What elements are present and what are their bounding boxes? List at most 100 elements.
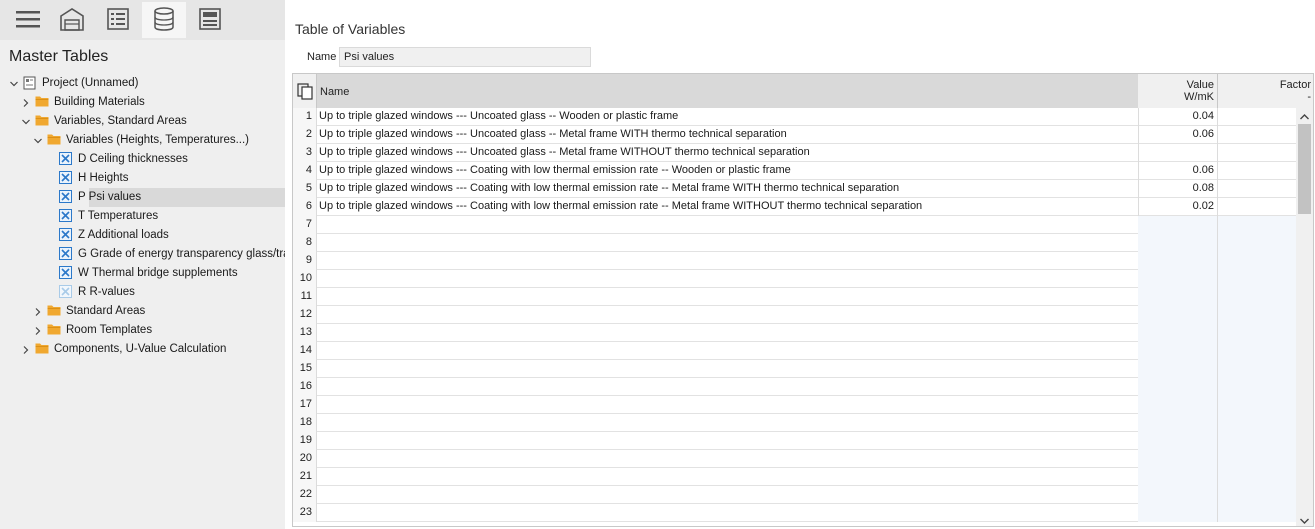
name-cell[interactable] <box>317 414 1139 432</box>
scroll-up-icon[interactable] <box>1299 111 1310 121</box>
table-row[interactable]: 6 Up to triple glazed windows --- Coating… <box>293 198 1297 216</box>
tree-item[interactable]: T Temperatures <box>0 207 285 226</box>
form-button[interactable] <box>188 2 232 38</box>
name-cell[interactable]: Up to triple glazed windows --- Coating … <box>317 198 1139 216</box>
factor-cell[interactable] <box>1218 162 1297 180</box>
table-row[interactable]: 21 <box>293 468 1297 486</box>
factor-cell[interactable] <box>1218 396 1297 414</box>
table-row[interactable]: 14 <box>293 342 1297 360</box>
scroll-down-icon[interactable] <box>1299 515 1310 525</box>
table-row[interactable]: 3 Up to triple glazed windows --- Uncoate… <box>293 144 1297 162</box>
name-cell[interactable]: Up to triple glazed windows --- Uncoated… <box>317 126 1139 144</box>
name-cell[interactable] <box>317 324 1139 342</box>
tree-item[interactable]: H Heights <box>0 169 285 188</box>
factor-cell[interactable] <box>1218 234 1297 252</box>
factor-cell[interactable] <box>1218 360 1297 378</box>
table-row[interactable]: 2 Up to triple glazed windows --- Uncoate… <box>293 126 1297 144</box>
table-row[interactable]: 7 <box>293 216 1297 234</box>
name-cell[interactable] <box>317 504 1139 522</box>
table-row[interactable]: 20 <box>293 450 1297 468</box>
tree-item[interactable]: D Ceiling thicknesses <box>0 150 285 169</box>
value-cell[interactable] <box>1138 486 1218 504</box>
value-cell[interactable] <box>1138 360 1218 378</box>
table-row[interactable]: 16 <box>293 378 1297 396</box>
list-button[interactable] <box>96 2 140 38</box>
chevron-right-icon[interactable] <box>33 306 43 316</box>
factor-cell[interactable] <box>1218 144 1297 162</box>
name-cell[interactable] <box>317 342 1139 360</box>
factor-cell[interactable] <box>1218 252 1297 270</box>
name-cell[interactable] <box>317 468 1139 486</box>
factor-cell[interactable] <box>1218 216 1297 234</box>
name-cell[interactable] <box>317 270 1139 288</box>
tree-item[interactable]: Z Additional loads <box>0 226 285 245</box>
factor-cell[interactable] <box>1218 504 1297 522</box>
chevron-right-icon[interactable] <box>21 97 31 107</box>
factor-cell[interactable] <box>1218 324 1297 342</box>
table-row[interactable]: 11 <box>293 288 1297 306</box>
factor-cell[interactable] <box>1218 486 1297 504</box>
value-cell[interactable] <box>1138 378 1218 396</box>
value-cell[interactable] <box>1138 270 1218 288</box>
value-cell[interactable]: 0.08 <box>1138 180 1218 198</box>
factor-cell[interactable] <box>1218 126 1297 144</box>
value-cell[interactable] <box>1138 216 1218 234</box>
name-cell[interactable] <box>317 432 1139 450</box>
value-cell[interactable]: 0.06 <box>1138 162 1218 180</box>
table-row[interactable]: 12 <box>293 306 1297 324</box>
value-cell[interactable]: 0.02 <box>1138 198 1218 216</box>
factor-cell[interactable] <box>1218 108 1297 126</box>
tree-item[interactable]: P Psi values <box>59 188 285 207</box>
database-button[interactable] <box>142 2 186 38</box>
factor-cell[interactable] <box>1218 288 1297 306</box>
name-cell[interactable] <box>317 486 1139 504</box>
copy-button[interactable] <box>293 74 317 108</box>
table-row[interactable]: 9 <box>293 252 1297 270</box>
vertical-scrollbar[interactable] <box>1296 108 1313 526</box>
factor-cell[interactable] <box>1218 342 1297 360</box>
value-cell[interactable] <box>1138 288 1218 306</box>
name-cell[interactable] <box>317 360 1139 378</box>
value-cell[interactable] <box>1138 432 1218 450</box>
value-cell[interactable] <box>1138 324 1218 342</box>
table-row[interactable]: 15 <box>293 360 1297 378</box>
scrollbar-thumb[interactable] <box>1298 124 1311 214</box>
name-cell[interactable] <box>317 378 1139 396</box>
table-row[interactable]: 18 <box>293 414 1297 432</box>
name-cell[interactable] <box>317 288 1139 306</box>
table-row[interactable]: 1 Up to triple glazed windows --- Uncoate… <box>293 108 1297 126</box>
factor-cell[interactable] <box>1218 450 1297 468</box>
menu-button[interactable] <box>6 2 50 38</box>
table-row[interactable]: 5 Up to triple glazed windows --- Coating… <box>293 180 1297 198</box>
table-row[interactable]: 22 <box>293 486 1297 504</box>
name-field[interactable] <box>339 47 591 67</box>
name-cell[interactable] <box>317 252 1139 270</box>
tree-item[interactable]: Standard Areas <box>0 302 285 321</box>
table-row[interactable]: 4 Up to triple glazed windows --- Coating… <box>293 162 1297 180</box>
value-cell[interactable] <box>1138 504 1218 522</box>
tree-item[interactable]: Building Materials <box>0 93 285 112</box>
tree-item[interactable]: Components, U-Value Calculation <box>0 340 285 359</box>
value-cell[interactable] <box>1138 450 1218 468</box>
factor-cell[interactable] <box>1218 180 1297 198</box>
name-cell[interactable] <box>317 216 1139 234</box>
table-row[interactable]: 10 <box>293 270 1297 288</box>
name-cell[interactable]: Up to triple glazed windows --- Coating … <box>317 180 1139 198</box>
factor-cell[interactable] <box>1218 414 1297 432</box>
chevron-down-icon[interactable] <box>21 116 31 126</box>
column-header-value[interactable]: Value W/mK <box>1138 74 1218 108</box>
factor-cell[interactable] <box>1218 378 1297 396</box>
name-cell[interactable]: Up to triple glazed windows --- Uncoated… <box>317 108 1139 126</box>
chevron-down-icon[interactable] <box>33 135 43 145</box>
factor-cell[interactable] <box>1218 468 1297 486</box>
tree-item[interactable]: Variables (Heights, Temperatures...) <box>0 131 285 150</box>
value-cell[interactable] <box>1138 342 1218 360</box>
column-header-name[interactable]: Name <box>317 74 1139 108</box>
factor-cell[interactable] <box>1218 270 1297 288</box>
name-cell[interactable] <box>317 234 1139 252</box>
chevron-down-icon[interactable] <box>9 78 19 88</box>
value-cell[interactable] <box>1138 306 1218 324</box>
factor-cell[interactable] <box>1218 198 1297 216</box>
value-cell[interactable] <box>1138 396 1218 414</box>
tree-item[interactable]: R R-values <box>0 283 285 302</box>
